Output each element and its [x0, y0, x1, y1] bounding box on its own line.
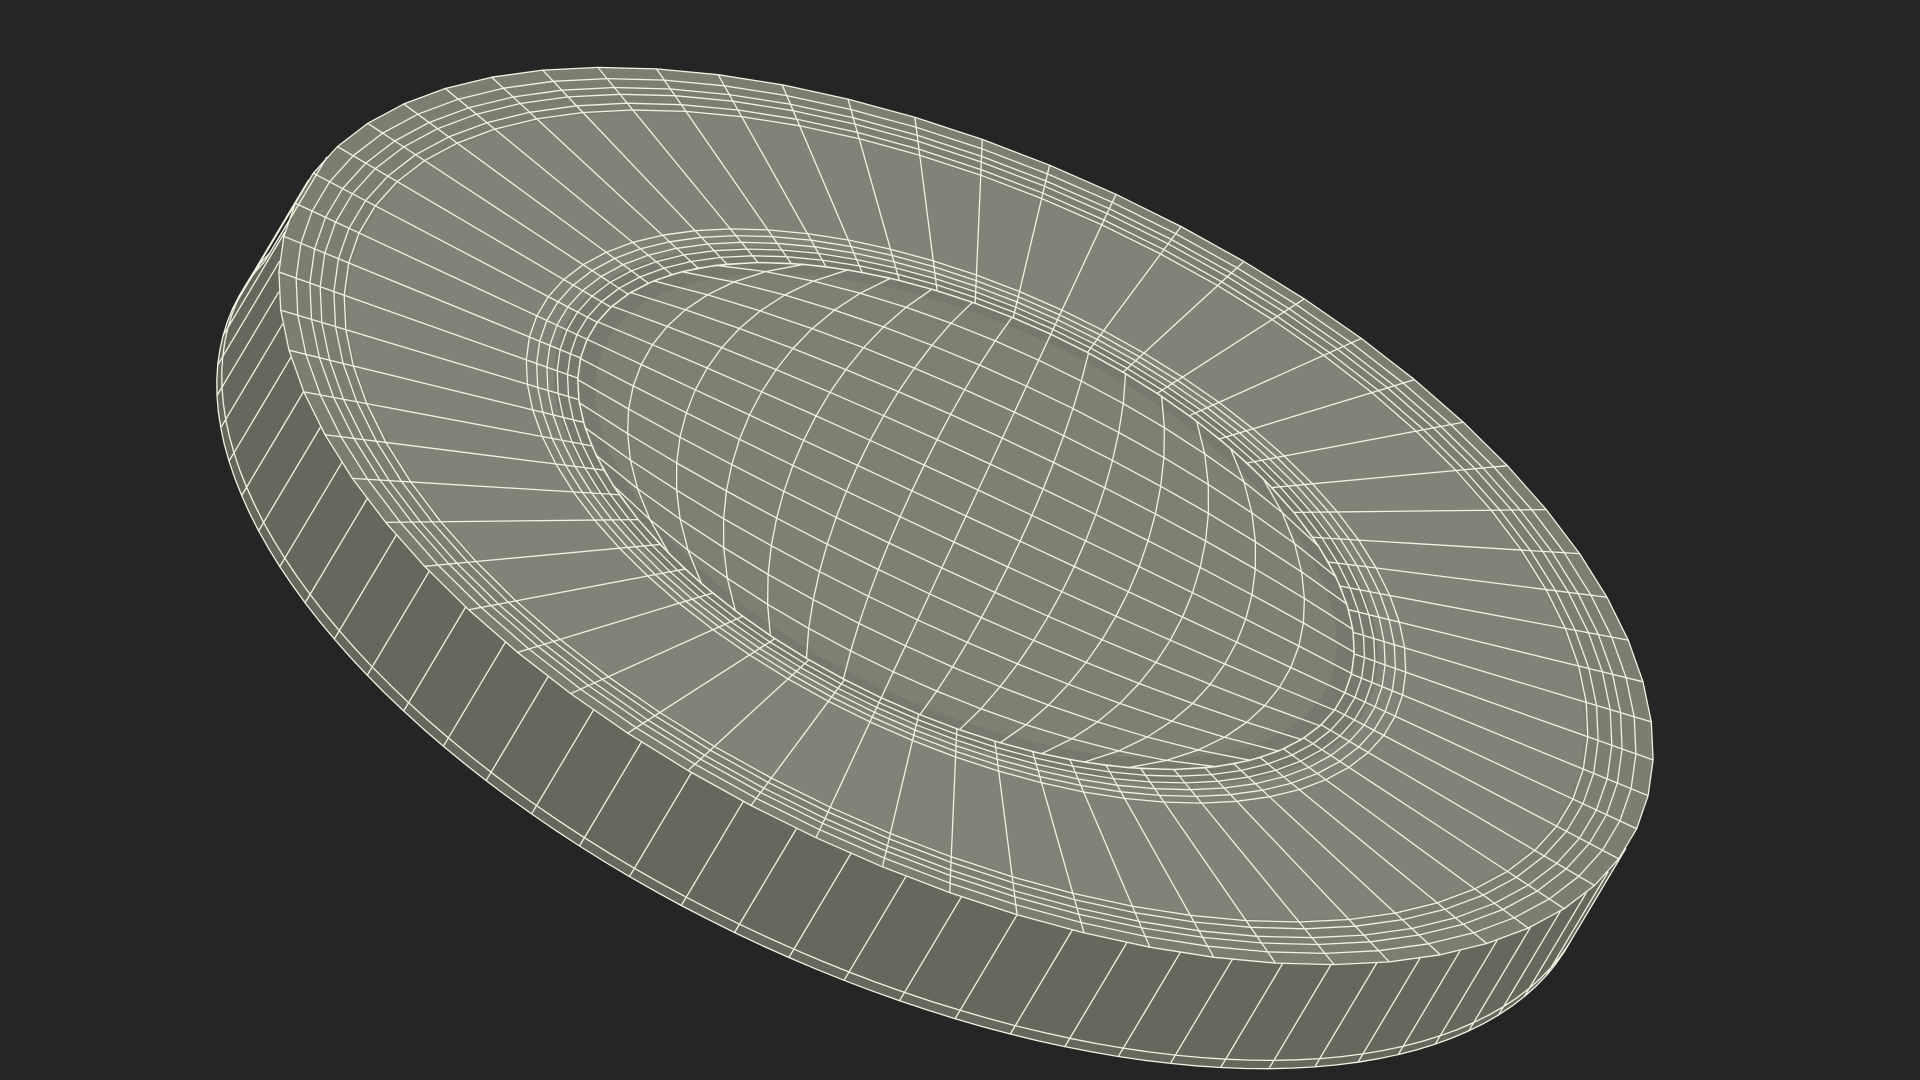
- rim-edge: [1491, 508, 1547, 511]
- wireframe-render: [0, 0, 1920, 1080]
- render-viewport: [0, 0, 1920, 1080]
- rim-edge: [385, 521, 441, 524]
